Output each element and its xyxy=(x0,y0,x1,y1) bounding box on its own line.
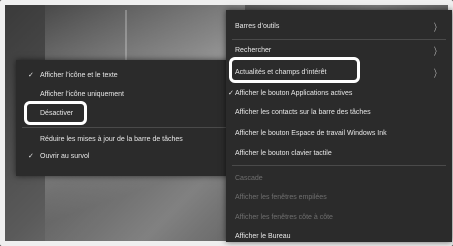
chevron-right-icon: 〉 xyxy=(434,23,440,34)
menu-item-touch-keyboard[interactable]: Afficher le bouton clavier tactile xyxy=(235,149,332,158)
menu-item-reduce-updates[interactable]: Réduire les mises à jour de la barre de … xyxy=(40,135,183,144)
menu-item-label: Cascade xyxy=(235,175,263,182)
menu-item-label: Afficher le bouton clavier tactile xyxy=(235,150,332,157)
menu-item-stacked-windows: Afficher les fenêtres empilées xyxy=(235,193,327,202)
menu-item-label: Afficher l’icône uniquement xyxy=(40,91,124,98)
menu-item-show-active-apps[interactable]: ✓ Afficher le bouton Applications active… xyxy=(228,89,353,98)
check-icon: ✓ xyxy=(28,72,34,79)
menu-item-label: Afficher le bouton Espace de travail Win… xyxy=(235,130,387,137)
menu-item-label: Afficher les contacts sur la barre des t… xyxy=(235,109,371,116)
menu-item-show-contacts[interactable]: Afficher les contacts sur la barre des t… xyxy=(235,108,371,117)
menu-item-windows-ink[interactable]: Afficher le bouton Espace de travail Win… xyxy=(235,129,387,138)
menu-item-search[interactable]: Rechercher xyxy=(235,46,271,55)
taskbar-context-menu: Barres d’outils 〉 Rechercher 〉 Actualité… xyxy=(226,10,452,242)
menu-item-toolbars[interactable]: Barres d’outils xyxy=(235,22,279,31)
highlight-callout-news-interests xyxy=(229,57,360,83)
check-icon: ✓ xyxy=(28,153,34,160)
menu-item-open-on-hover[interactable]: ✓ Ouvrir au survol xyxy=(28,152,90,161)
menu-separator xyxy=(22,127,226,128)
menu-item-label: Afficher le Bureau xyxy=(235,233,291,240)
menu-item-show-desktop[interactable]: Afficher le Bureau xyxy=(235,232,291,241)
menu-item-show-icon-only[interactable]: Afficher l’icône uniquement xyxy=(40,90,124,99)
menu-item-label: Barres d’outils xyxy=(235,23,280,30)
menu-item-label: Afficher les fenêtres côte à côte xyxy=(235,214,333,221)
menu-item-label: Réduire les mises à jour de la barre de … xyxy=(40,136,183,143)
menu-separator xyxy=(232,39,446,40)
menu-item-label: Ouvrir au survol xyxy=(40,153,90,160)
menu-item-label: Afficher les fenêtres empilées xyxy=(235,194,327,201)
highlight-callout-disable xyxy=(24,101,87,125)
menu-item-side-by-side: Afficher les fenêtres côte à côte xyxy=(235,213,333,222)
menu-item-show-icon-text[interactable]: ✓ Afficher l’icône et le texte xyxy=(28,71,118,80)
menu-item-label: Afficher l’icône et le texte xyxy=(40,72,118,79)
menu-item-cascade: Cascade xyxy=(235,174,263,183)
menu-separator xyxy=(232,165,446,166)
chevron-right-icon: 〉 xyxy=(434,47,440,58)
menu-item-label: Afficher le bouton Applications actives xyxy=(235,90,353,97)
chevron-right-icon: 〉 xyxy=(434,69,440,80)
check-icon: ✓ xyxy=(228,90,234,97)
menu-item-label: Rechercher xyxy=(235,47,272,54)
